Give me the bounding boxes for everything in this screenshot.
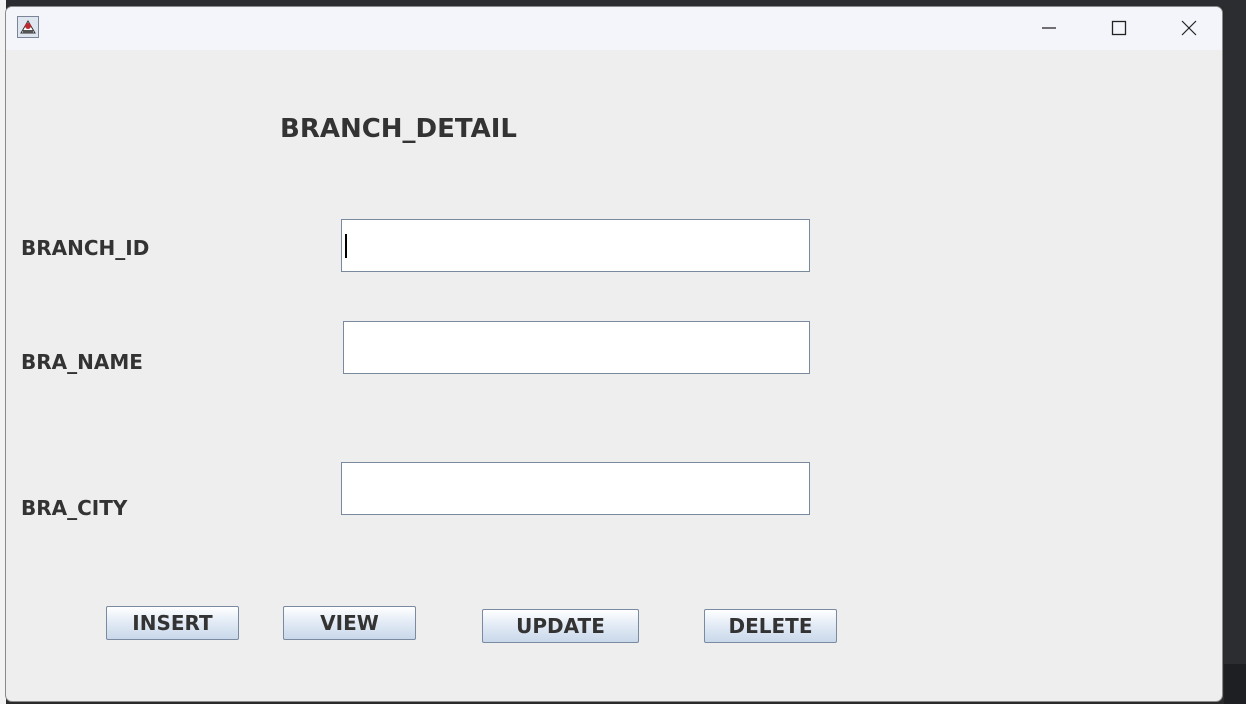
- bra-city-field[interactable]: [341, 462, 810, 515]
- update-button[interactable]: UPDATE: [482, 609, 639, 643]
- branch-id-input[interactable]: [342, 220, 809, 271]
- maximize-button[interactable]: [1084, 7, 1154, 48]
- branch-id-field[interactable]: [341, 219, 810, 272]
- branch-detail-window: BRANCH_DETAIL BRANCH_ID BRA_NAME BRA_CIT…: [5, 6, 1223, 702]
- text-caret: [345, 234, 347, 258]
- bra-name-field[interactable]: [343, 321, 810, 374]
- form-title: BRANCH_DETAIL: [280, 114, 517, 144]
- minimize-button[interactable]: [1014, 7, 1084, 48]
- bra-city-input[interactable]: [342, 463, 809, 514]
- minimize-icon: [1042, 26, 1056, 29]
- maximize-icon: [1111, 20, 1127, 35]
- delete-button[interactable]: DELETE: [704, 609, 837, 643]
- close-icon: [1181, 20, 1197, 35]
- java-app-icon[interactable]: [17, 16, 39, 38]
- branch-id-label: BRANCH_ID: [21, 236, 150, 260]
- bra-name-input[interactable]: [344, 322, 809, 373]
- title-bar[interactable]: [6, 7, 1222, 50]
- insert-button[interactable]: INSERT: [106, 606, 239, 640]
- view-button[interactable]: VIEW: [283, 606, 416, 640]
- background-ide-right: [1224, 0, 1246, 704]
- bra-city-label: BRA_CITY: [21, 496, 128, 520]
- close-button[interactable]: [1154, 7, 1222, 48]
- bra-name-label: BRA_NAME: [21, 350, 143, 374]
- form-panel: BRANCH_DETAIL BRANCH_ID BRA_NAME BRA_CIT…: [6, 50, 1222, 701]
